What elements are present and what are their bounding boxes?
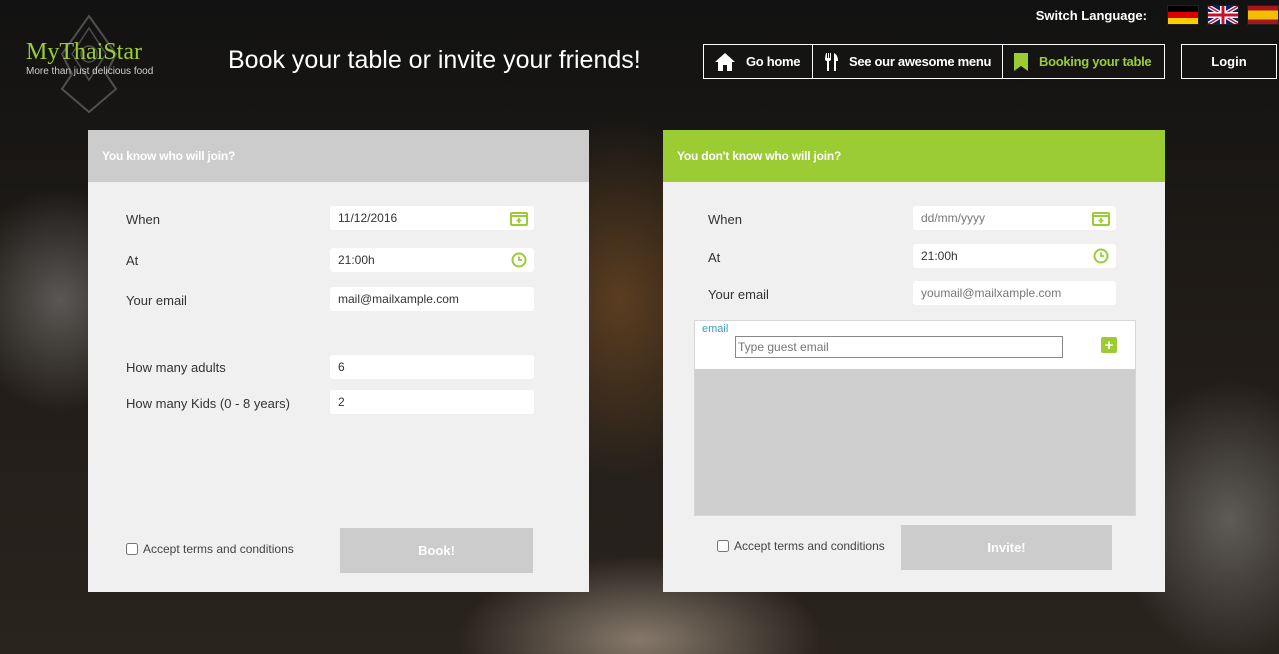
guest-list-box: email +: [694, 320, 1136, 516]
invite-email-field[interactable]: youmail@mailxample.com: [913, 281, 1116, 305]
book-time-value: 21:00h: [338, 253, 375, 267]
invite-when-label: When: [708, 212, 742, 227]
invite-at-label: At: [708, 250, 721, 265]
nav-go-home[interactable]: Go home: [704, 45, 813, 78]
home-icon: [715, 52, 735, 71]
book-at-label: At: [126, 253, 139, 268]
clock-icon[interactable]: [510, 252, 528, 268]
calendar-icon[interactable]: [510, 210, 528, 226]
nav-booking[interactable]: Booking your table: [1003, 45, 1164, 78]
invite-terms-label: Accept terms and conditions: [734, 539, 885, 553]
invite-time-field[interactable]: 21:00h: [913, 244, 1116, 268]
book-card-header: You know who will join?: [88, 130, 589, 182]
nav-booking-label: Booking your table: [1039, 54, 1152, 69]
es-flag-icon[interactable]: [1247, 5, 1279, 25]
fork-knife-icon: [825, 52, 838, 71]
logo-tagline: More than just delicious food: [26, 66, 154, 77]
book-date-field[interactable]: 11/12/2016: [330, 206, 534, 230]
invite-time-value: 21:00h: [921, 249, 958, 263]
add-guest-icon[interactable]: +: [1101, 337, 1117, 353]
guest-email-label: email: [702, 323, 729, 335]
book-table-card: You know who will join? When 11/12/2016 …: [88, 130, 589, 592]
guest-email-row: email +: [695, 321, 1135, 369]
book-kids-value: 2: [338, 395, 345, 409]
book-when-label: When: [126, 212, 160, 227]
logo[interactable]: MyThaiStar More than just delicious food: [26, 40, 166, 77]
nav-menu[interactable]: See our awesome menu: [813, 45, 1003, 78]
invite-date-placeholder: dd/mm/yyyy: [921, 211, 986, 225]
book-email-field[interactable]: mail@mailxample.com: [330, 287, 534, 311]
invite-friends-card: You don't know who will join? When dd/mm…: [663, 130, 1165, 592]
invite-date-field[interactable]: dd/mm/yyyy: [913, 206, 1116, 230]
book-adults-value: 6: [338, 360, 345, 374]
invite-card-header: You don't know who will join?: [663, 130, 1165, 182]
switch-language-label: Switch Language:: [1035, 7, 1147, 23]
book-adults-field[interactable]: 6: [330, 355, 534, 379]
book-email-label: Your email: [126, 293, 187, 308]
page-headline: Book your table or invite your friends!: [228, 46, 641, 74]
book-email-value: mail@mailxample.com: [338, 292, 459, 306]
book-terms[interactable]: Accept terms and conditions: [126, 542, 294, 556]
main-nav: Go home See our awesome menu Booking you…: [703, 44, 1165, 79]
calendar-icon[interactable]: [1092, 210, 1110, 226]
book-button[interactable]: Book!: [340, 528, 533, 573]
invite-terms-checkbox[interactable]: [717, 540, 729, 552]
book-terms-checkbox[interactable]: [126, 543, 138, 555]
book-date-value: 11/12/2016: [338, 211, 398, 225]
guest-email-input[interactable]: [735, 336, 1063, 358]
invite-button[interactable]: Invite!: [901, 525, 1112, 570]
book-kids-label: How many Kids (0 - 8 years): [126, 396, 290, 411]
de-flag-icon[interactable]: [1167, 5, 1199, 25]
invite-terms[interactable]: Accept terms and conditions: [717, 539, 885, 553]
login-button[interactable]: Login: [1181, 44, 1277, 79]
language-switcher: Switch Language:: [1036, 4, 1279, 26]
invite-email-placeholder: youmail@mailxample.com: [921, 286, 1062, 300]
book-terms-label: Accept terms and conditions: [143, 542, 294, 556]
clock-icon[interactable]: [1092, 248, 1110, 264]
nav-go-home-label: Go home: [746, 54, 801, 69]
nav-menu-label: See our awesome menu: [849, 54, 992, 69]
logo-title: MyThaiStar: [26, 39, 142, 65]
bookmark-icon: [1014, 52, 1028, 71]
invite-email-label: Your email: [708, 287, 769, 302]
uk-flag-icon[interactable]: [1207, 5, 1239, 25]
book-time-field[interactable]: 21:00h: [330, 248, 534, 272]
book-kids-field[interactable]: 2: [330, 390, 534, 414]
book-adults-label: How many adults: [126, 360, 226, 375]
